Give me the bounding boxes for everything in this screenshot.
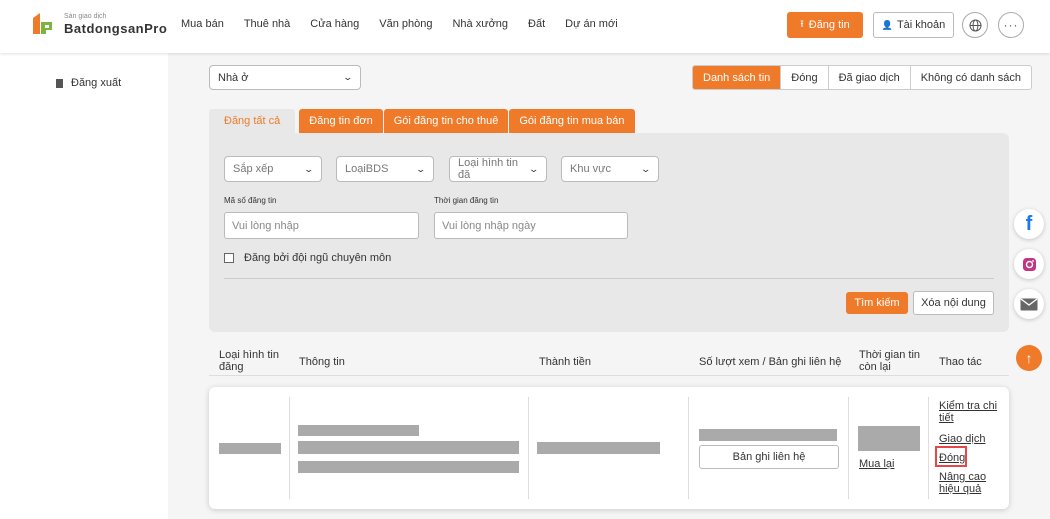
- mail-icon: [1020, 297, 1038, 310]
- time-left-placeholder: [858, 426, 920, 451]
- pro-team-label: Đăng bởi đội ngũ chuyên môn: [244, 252, 392, 264]
- email-button[interactable]: [1014, 289, 1044, 319]
- listing-status-tabs: Danh sách tin Đóng Đã giao dịch Không có…: [692, 65, 1033, 90]
- close-listing-highlight: [935, 446, 967, 467]
- property-category-select[interactable]: Nhà ở ⌄: [209, 65, 361, 90]
- post-type-select[interactable]: Loại hình tin đă ⌄: [449, 156, 547, 182]
- post-type-value: Loại hình tin đă: [458, 157, 518, 181]
- area-select[interactable]: Khu vực ⌄: [561, 156, 659, 182]
- info-placeholder-line: [298, 461, 519, 473]
- post-type-placeholder: [219, 443, 281, 454]
- sort-select-value: Sắp xếp: [233, 163, 274, 175]
- sort-select[interactable]: Sắp xếp ⌄: [224, 156, 322, 182]
- scroll-to-top-button[interactable]: ↑: [1016, 345, 1042, 371]
- info-placeholder-line: [298, 441, 519, 454]
- logo-tagline: Sàn giao dịch: [64, 13, 107, 20]
- pro-team-checkbox[interactable]: [224, 253, 234, 263]
- facebook-icon: f: [1025, 212, 1033, 235]
- account-button[interactable]: 👤 Tài khoản: [873, 12, 954, 38]
- instagram-icon: [1022, 257, 1036, 271]
- site-logo[interactable]: Sàn giao dịch BatdongsanPro: [30, 10, 167, 38]
- column-divider: [528, 397, 529, 499]
- area-value: Khu vực: [570, 163, 611, 175]
- post-id-placeholder: Vui lòng nhập: [232, 219, 299, 232]
- clear-button[interactable]: Xóa nội dung: [913, 291, 994, 315]
- contact-records-button[interactable]: Bản ghi liên hệ: [699, 445, 839, 469]
- nav-item-nha-xuong[interactable]: Nhà xưởng: [452, 18, 508, 30]
- nav-item-thue-nha[interactable]: Thuê nhà: [244, 18, 290, 30]
- column-divider: [289, 397, 290, 499]
- tab-not-listed[interactable]: Không có danh sách: [909, 66, 1031, 89]
- filter-divider: [224, 278, 994, 279]
- nav-item-van-phong[interactable]: Văn phòng: [379, 18, 432, 30]
- post-id-input[interactable]: Vui lòng nhập: [224, 212, 419, 239]
- tab-rent-package[interactable]: Gói đăng tin cho thuê: [383, 109, 509, 133]
- post-listing-button[interactable]: ⭱ Đăng tin: [787, 12, 863, 38]
- col-header-views: Số lượt xem / Bản ghi liên hệ: [699, 356, 842, 368]
- tab-listing[interactable]: Danh sách tin: [693, 66, 781, 89]
- views-placeholder: [699, 429, 837, 441]
- chevron-down-icon: ⌄: [303, 163, 315, 174]
- instagram-button[interactable]: [1014, 249, 1044, 279]
- post-id-label: Mã số đăng tin: [224, 196, 277, 205]
- table-row: Bản ghi liên hệ Mua lại Kiểm tra chi tiế…: [209, 387, 1009, 509]
- info-placeholder-line: [298, 425, 419, 436]
- column-divider: [848, 397, 849, 499]
- tab-traded[interactable]: Đã giao dịch: [827, 66, 910, 89]
- tab-single-post[interactable]: Đăng tin đơn: [299, 109, 383, 133]
- col-header-time-left: Thời gian tin còn lại: [859, 349, 921, 373]
- property-type-value: LoạiBDS: [345, 163, 389, 175]
- amount-placeholder: [537, 442, 660, 454]
- logout-link[interactable]: Đăng xuất: [56, 77, 121, 89]
- arrow-up-icon: ↑: [1025, 350, 1033, 366]
- col-header-actions: Thao tác: [939, 356, 982, 368]
- property-category-value: Nhà ở: [218, 71, 249, 84]
- post-time-input[interactable]: Vui lòng nhập ngày: [434, 212, 628, 239]
- globe-icon: [969, 19, 981, 31]
- table-header-divider: [209, 375, 1009, 376]
- post-time-placeholder: Vui lòng nhập ngày: [442, 219, 536, 232]
- language-button[interactable]: [962, 12, 988, 38]
- rebuy-link[interactable]: Mua lại: [859, 458, 894, 470]
- col-header-post-type: Loại hình tin đăng: [219, 349, 279, 373]
- user-icon: 👤: [881, 19, 893, 30]
- top-header: Sàn giao dịch BatdongsanPro Mua bán Thuê…: [0, 0, 1050, 53]
- property-type-select[interactable]: LoạiBDS ⌄: [336, 156, 434, 182]
- chevron-down-icon: ⌄: [640, 163, 652, 174]
- boost-link[interactable]: Nâng cao hiệu quả: [939, 471, 1001, 495]
- column-divider: [688, 397, 689, 499]
- nav-item-cua-hang[interactable]: Cửa hàng: [310, 18, 359, 30]
- more-button[interactable]: ···: [998, 12, 1024, 38]
- column-divider: [928, 397, 929, 499]
- tab-closed[interactable]: Đóng: [780, 66, 827, 89]
- chevron-down-icon: ⌄: [415, 163, 427, 174]
- logo-name: BatdongsanPro: [64, 21, 168, 36]
- chevron-down-icon: ⌄: [342, 72, 354, 82]
- nav-item-mua-ban[interactable]: Mua bán: [181, 18, 224, 30]
- logout-label: Đăng xuất: [71, 77, 122, 89]
- upload-icon: ⭱: [800, 18, 804, 30]
- transaction-link[interactable]: Giao dịch: [939, 433, 985, 445]
- logo-icon: [33, 13, 52, 34]
- col-header-info: Thông tin: [299, 356, 345, 368]
- filter-panel: Sắp xếp ⌄ LoạiBDS ⌄ Loại hình tin đă ⌄ K…: [209, 133, 1009, 332]
- post-listing-label: Đăng tin: [808, 19, 850, 31]
- tab-all-posts[interactable]: Đăng tất cả: [209, 109, 296, 133]
- post-time-label: Thời gian đăng tin: [434, 196, 499, 205]
- view-detail-link[interactable]: Kiểm tra chi tiết: [939, 400, 1001, 424]
- chevron-down-icon: ⌄: [528, 163, 540, 174]
- account-label: Tài khoản: [896, 19, 946, 31]
- nav-item-du-an-moi[interactable]: Dự án mới: [565, 18, 617, 30]
- logout-icon: [56, 78, 63, 88]
- post-type-tabs: Đăng tất cả Đăng tin đơn Gói đăng tin ch…: [209, 109, 636, 133]
- search-button[interactable]: Tìm kiếm: [846, 292, 908, 314]
- sidebar: Đăng xuất: [0, 53, 168, 519]
- pro-team-checkbox-row[interactable]: Đăng bởi đội ngũ chuyên môn: [224, 252, 391, 264]
- facebook-button[interactable]: f: [1014, 209, 1044, 239]
- tab-sale-package[interactable]: Gói đăng tin mua bán: [509, 109, 635, 133]
- col-header-amount: Thành tiền: [539, 356, 591, 368]
- more-icon: ···: [1003, 18, 1019, 32]
- main-nav: Mua bán Thuê nhà Cửa hàng Văn phòng Nhà …: [181, 18, 638, 30]
- nav-item-dat[interactable]: Đất: [528, 18, 545, 30]
